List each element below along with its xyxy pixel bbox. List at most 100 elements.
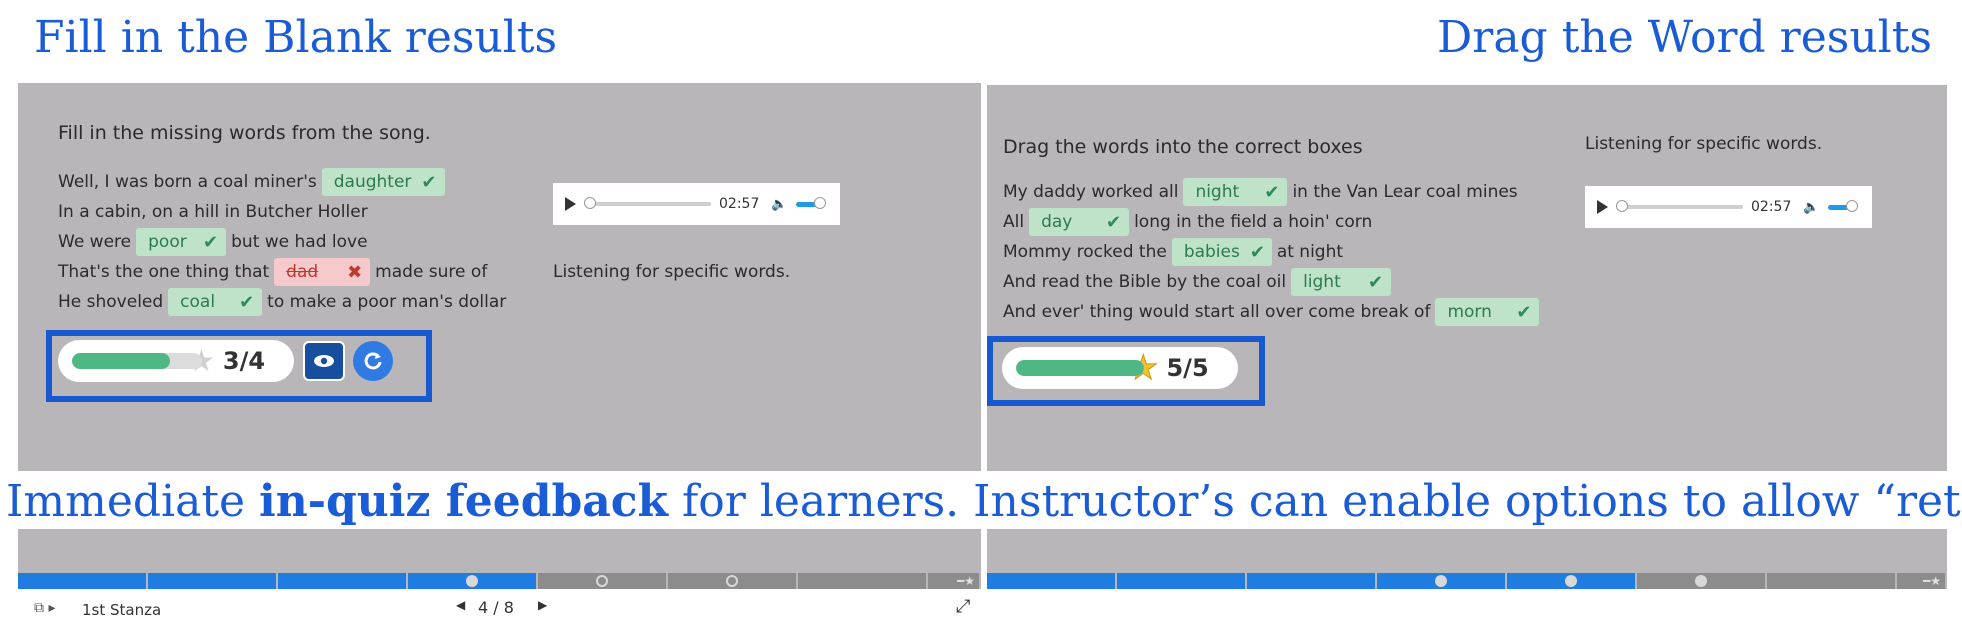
lyric-text: long in the field a hoin' corn	[1134, 212, 1373, 232]
slide-segment-current[interactable]	[1507, 573, 1637, 589]
lyric-text: That's the one thing that	[58, 262, 270, 282]
lyric-text: He shoveled	[58, 292, 164, 312]
slide-segment[interactable]	[987, 573, 1117, 589]
score-pill: ★ 5/5	[1002, 347, 1238, 389]
answer-chip-incorrect[interactable]: dad ✖	[274, 258, 371, 286]
lyric-text: In a cabin, on a hill in Butcher Holler	[58, 202, 368, 222]
retry-icon	[364, 352, 382, 370]
slide-segment[interactable]	[538, 573, 668, 589]
slide-segment[interactable]	[668, 573, 798, 589]
lyric-line: Well, I was born a coal miner's daughter…	[58, 168, 450, 196]
slide-dot	[596, 575, 608, 587]
check-icon: ✔	[1367, 271, 1384, 293]
check-icon: ✔	[1249, 241, 1265, 263]
check-icon: ✔	[1264, 181, 1280, 203]
slide-segment[interactable]	[798, 573, 928, 589]
volume-slider[interactable]	[795, 196, 826, 209]
lyric-text: All	[1003, 212, 1025, 232]
lyric-line: And ever' thing would start all over com…	[1003, 298, 1544, 326]
answer-chip-correct[interactable]: coal ✔	[168, 288, 263, 316]
cross-icon: ✖	[347, 261, 363, 283]
play-icon[interactable]	[1597, 200, 1608, 214]
slide-dot	[1565, 575, 1577, 587]
answer-word: dad	[286, 262, 319, 282]
seek-handle[interactable]	[584, 197, 596, 209]
answer-word: babies	[1183, 242, 1240, 262]
previous-page-icon[interactable]: ◀	[456, 598, 465, 612]
slide-segment[interactable]	[1247, 573, 1377, 589]
fullscreen-icon[interactable]: ⤢	[956, 596, 970, 617]
star-icon: ━★	[957, 574, 975, 588]
answer-chip-correct[interactable]: daughter ✔	[321, 168, 445, 196]
score-progress-fill	[72, 353, 170, 369]
play-icon[interactable]	[565, 197, 576, 211]
answer-chip-correct[interactable]: morn ✔	[1435, 298, 1540, 326]
answer-chip-correct[interactable]: poor ✔	[136, 228, 227, 256]
score-progress-bar	[1016, 360, 1144, 376]
hint-text: Listening for specific words.	[553, 262, 791, 282]
player-footer-panel-right	[987, 529, 1947, 573]
slide-dot	[1695, 575, 1707, 587]
answer-chip-correct[interactable]: babies ✔	[1171, 238, 1272, 266]
check-icon: ✔	[1105, 211, 1122, 233]
seek-handle[interactable]	[1616, 200, 1628, 212]
slides-menu-icon[interactable]: ⧉ ▸	[34, 600, 55, 616]
lyric-line: All day ✔ long in the field a hoin' corn	[1003, 208, 1372, 236]
end-segment[interactable]: ━★	[1897, 573, 1947, 589]
slide-segment[interactable]	[278, 573, 408, 589]
lyric-line: He shoveled coal ✔ to make a poor man's d…	[58, 288, 506, 316]
slide-segment[interactable]	[1637, 573, 1767, 589]
slide-navigation-bar: ━★	[987, 573, 1947, 589]
banner-bold-text: in-quiz feedback	[259, 476, 669, 527]
slide-segment[interactable]	[148, 573, 278, 589]
check-icon: ✔	[203, 231, 219, 253]
lyric-line: And read the Bible by the coal oil light…	[1003, 268, 1396, 296]
quiz-instruction: Fill in the missing words from the song.	[58, 122, 431, 144]
fill-blank-title: Fill in the Blank results	[34, 12, 558, 63]
answer-word: morn	[1447, 302, 1492, 322]
banner-text: for learners. Instructor’s can enable op…	[668, 476, 1962, 527]
slide-segment[interactable]	[1117, 573, 1247, 589]
volume-icon[interactable]: 🔈	[1803, 200, 1819, 215]
slide-dot	[466, 575, 478, 587]
volume-slider[interactable]	[1827, 199, 1858, 212]
volume-icon[interactable]: 🔈	[771, 197, 787, 212]
quiz-instruction: Drag the words into the correct boxes	[1003, 136, 1363, 158]
check-icon: ✔	[1516, 301, 1532, 323]
next-page-icon[interactable]: ▶	[538, 598, 547, 612]
answer-chip-correct[interactable]: night ✔	[1183, 178, 1288, 206]
answer-word: poor	[148, 232, 187, 252]
feature-banner: Immediate in-quiz feedback for learners.…	[6, 474, 1962, 530]
slide-segment[interactable]	[1767, 573, 1897, 589]
lyric-line: In a cabin, on a hill in Butcher Holler	[58, 198, 368, 226]
score-progress-bar	[72, 353, 202, 369]
player-footer-panel-left	[18, 529, 981, 573]
volume-handle[interactable]	[813, 196, 826, 209]
end-segment[interactable]: ━★	[928, 573, 981, 589]
lyric-line: That's the one thing that dad ✖ made sure…	[58, 258, 487, 286]
stanza-label: 1st Stanza	[82, 601, 162, 619]
audio-seek-bar[interactable]	[584, 197, 711, 209]
slide-segment[interactable]	[1377, 573, 1507, 589]
lyric-text: made sure of	[375, 262, 488, 282]
check-icon: ✔	[239, 291, 255, 313]
lyric-text: Well, I was born a coal miner's	[58, 172, 317, 192]
show-answers-button[interactable]	[303, 341, 345, 381]
volume-handle[interactable]	[1845, 199, 1858, 212]
star-icon: ━★	[1923, 574, 1941, 588]
lyric-text: to make a poor man's dollar	[267, 292, 507, 312]
answer-chip-correct[interactable]: day ✔	[1029, 208, 1130, 236]
audio-seek-bar[interactable]	[1616, 200, 1743, 212]
score-pill: ★ 3/4	[58, 340, 294, 382]
answer-chip-correct[interactable]: light ✔	[1291, 268, 1392, 296]
retry-button[interactable]	[353, 341, 393, 381]
lyric-text: but we had love	[231, 232, 368, 252]
slide-segment[interactable]	[18, 573, 148, 589]
lyric-line: Mommy rocked the babies ✔ at night	[1003, 238, 1343, 266]
slide-dot	[726, 575, 738, 587]
audio-player: 02:57 🔈	[553, 183, 840, 225]
slide-dot	[1435, 575, 1447, 587]
slide-segment-current[interactable]	[408, 573, 538, 589]
lyric-text: We were	[58, 232, 132, 252]
lyric-line: We were poor ✔ but we had love	[58, 228, 368, 256]
